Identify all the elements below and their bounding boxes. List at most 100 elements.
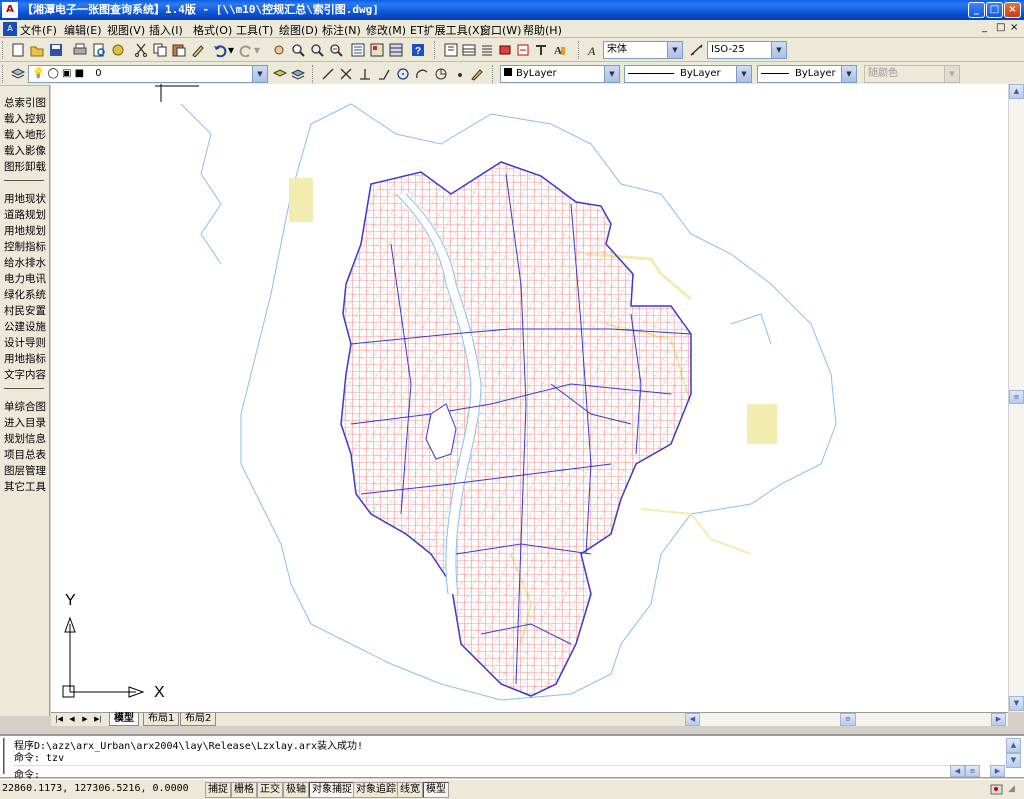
sidebar-item-layer-management[interactable]: 图层管理 [4,463,46,478]
snap-toggle[interactable]: 捕捉 [205,782,231,798]
scroll-right-icon[interactable]: ▶ [991,713,1006,726]
undo-icon[interactable] [212,42,228,58]
sidebar-item-load-control-plan[interactable]: 载入控规 [4,111,46,126]
sidebar-item-text-content[interactable]: 文字内容 [4,367,46,382]
tab-layout1[interactable]: 布局1 [143,713,180,726]
stamp-tool-icon[interactable] [497,42,513,58]
prev-tab-icon[interactable]: ◀ [66,714,78,725]
text-align-icon[interactable]: A [551,42,567,58]
toolbar-grip[interactable] [2,65,5,83]
sidebar-item-planning-info[interactable]: 规划信息 [4,431,46,446]
scroll-up-icon[interactable]: ▲ [1006,738,1021,753]
tab-model[interactable]: 模型 [109,713,139,726]
model-toggle[interactable]: 模型 [423,782,449,798]
print-icon[interactable] [72,42,88,58]
circle-icon[interactable] [395,66,411,82]
scroll-left-icon[interactable]: ◀ [685,713,700,726]
sidebar-item-public-facilities[interactable]: 公建设施 [4,319,46,334]
chevron-down-icon[interactable]: ▼ [841,66,856,82]
make-layer-current-icon[interactable] [272,66,288,82]
redo-icon[interactable] [238,42,254,58]
menu-file[interactable]: 文件(F) [20,22,57,38]
scroll-thumb[interactable]: ≡ [1009,390,1024,404]
sidebar-item-master-index[interactable]: 总索引图 [4,95,46,110]
grid-toggle[interactable]: 栅格 [231,782,257,798]
doc-minimize-button[interactable]: _ [982,22,987,33]
menu-modify[interactable]: 修改(M) [366,22,406,38]
text-style-icon[interactable]: A [586,42,602,58]
scroll-thumb[interactable]: ≡ [840,713,856,726]
new-file-icon[interactable] [10,42,26,58]
arc-icon[interactable] [414,66,430,82]
text-edit-icon[interactable] [533,42,549,58]
sidebar-item-single-composite[interactable]: 单综合图 [4,399,46,414]
undo-dropdown-icon[interactable]: ▾ [227,42,235,58]
minimize-button[interactable]: _ [968,2,985,18]
pan-realtime-icon[interactable] [271,42,287,58]
publish-icon[interactable] [110,42,126,58]
sidebar-item-road-planning[interactable]: 道路规划 [4,207,46,222]
maximize-button[interactable]: □ [986,2,1003,18]
coordinates-readout[interactable]: 22860.1173, 127306.5216, 0.0000 [2,783,189,794]
design-center-icon[interactable] [369,42,385,58]
menu-format[interactable]: 格式(O) [193,22,232,38]
match-properties-icon[interactable] [190,42,206,58]
menu-insert[interactable]: 插入(I) [149,22,183,38]
tray-settings-icon[interactable] [990,782,1004,796]
menu-help[interactable]: 帮助(H) [523,22,562,38]
menu-draw[interactable]: 绘图(D) [279,22,318,38]
paste-icon[interactable] [171,42,187,58]
scroll-left-icon[interactable]: ◀ [950,765,965,777]
toolbar-grip[interactable] [492,65,495,83]
properties-icon[interactable] [350,42,366,58]
redo-dropdown-icon[interactable]: ▾ [253,42,261,58]
scroll-right-icon[interactable]: ▶ [990,765,1005,777]
sidebar-item-green-system[interactable]: 绿化系统 [4,287,46,302]
xline-icon[interactable] [338,66,354,82]
spline-icon[interactable] [433,66,449,82]
text-style-select[interactable]: 宋体 ▼ [603,41,683,59]
scroll-down-icon[interactable]: ▼ [1009,696,1024,711]
save-icon[interactable] [48,42,64,58]
dim-style-select[interactable]: ISO-25 ▼ [707,41,787,59]
sidebar-item-project-summary[interactable]: 项目总表 [4,447,46,462]
zoom-previous-icon[interactable] [328,42,344,58]
chevron-down-icon[interactable]: ▼ [771,42,786,58]
dim-style-icon[interactable] [689,42,705,58]
sidebar-item-power-telecom[interactable]: 电力电讯 [4,271,46,286]
sidebar-item-water-drainage[interactable]: 给水排水 [4,255,46,270]
app-icon[interactable]: A [2,2,18,18]
document-icon[interactable]: A [3,22,17,36]
vertical-scrollbar[interactable]: ▲ ≡ ▼ [1008,84,1024,712]
otrack-toggle[interactable]: 对象追踪 [353,782,399,798]
layer-manager-icon[interactable] [10,66,26,82]
sidebar-item-resettlement[interactable]: 村民安置 [4,303,46,318]
command-window[interactable]: 程序D:\azz\arx_Urban\arx2004\lay\Release\L… [0,734,1024,781]
last-tab-icon[interactable]: ▶| [92,714,104,725]
list-tool-icon[interactable] [479,42,495,58]
command-window-grip[interactable] [3,738,9,774]
sidebar-item-other-tools[interactable]: 其它工具 [4,479,46,494]
scroll-thumb[interactable]: ≡ [965,765,980,777]
layer-previous-icon[interactable] [290,66,306,82]
copy-icon[interactable] [152,42,168,58]
menu-tools[interactable]: 工具(T) [236,22,273,38]
sidebar-item-load-terrain[interactable]: 载入地形 [4,127,46,142]
table-tool-icon[interactable] [461,42,477,58]
menu-view[interactable]: 视图(V) [107,22,145,38]
ortho-toggle[interactable]: 正交 [257,782,283,798]
sidebar-item-unload-graphics[interactable]: 图形卸载 [4,159,46,174]
layout-tool-icon[interactable] [443,42,459,58]
color-select[interactable]: ByLayer ▼ [500,65,620,83]
point-icon[interactable] [452,66,468,82]
resize-grip-icon[interactable]: ◢ [1008,784,1020,796]
sidebar-item-design-guidelines[interactable]: 设计导则 [4,335,46,350]
toolbar-grip[interactable] [434,41,437,59]
horizontal-scrollbar[interactable]: ◀ ≡ ▶ [685,713,1008,726]
drawing-canvas[interactable]: Y X [51,84,1008,712]
doc-restore-button[interactable]: □ [996,22,1005,33]
sidebar-item-load-imagery[interactable]: 载入影像 [4,143,46,158]
osnap-toggle[interactable]: 对象捕捉 [309,782,355,798]
toolbar-grip[interactable] [2,41,5,59]
linetype-select[interactable]: ByLayer ▼ [624,65,752,83]
